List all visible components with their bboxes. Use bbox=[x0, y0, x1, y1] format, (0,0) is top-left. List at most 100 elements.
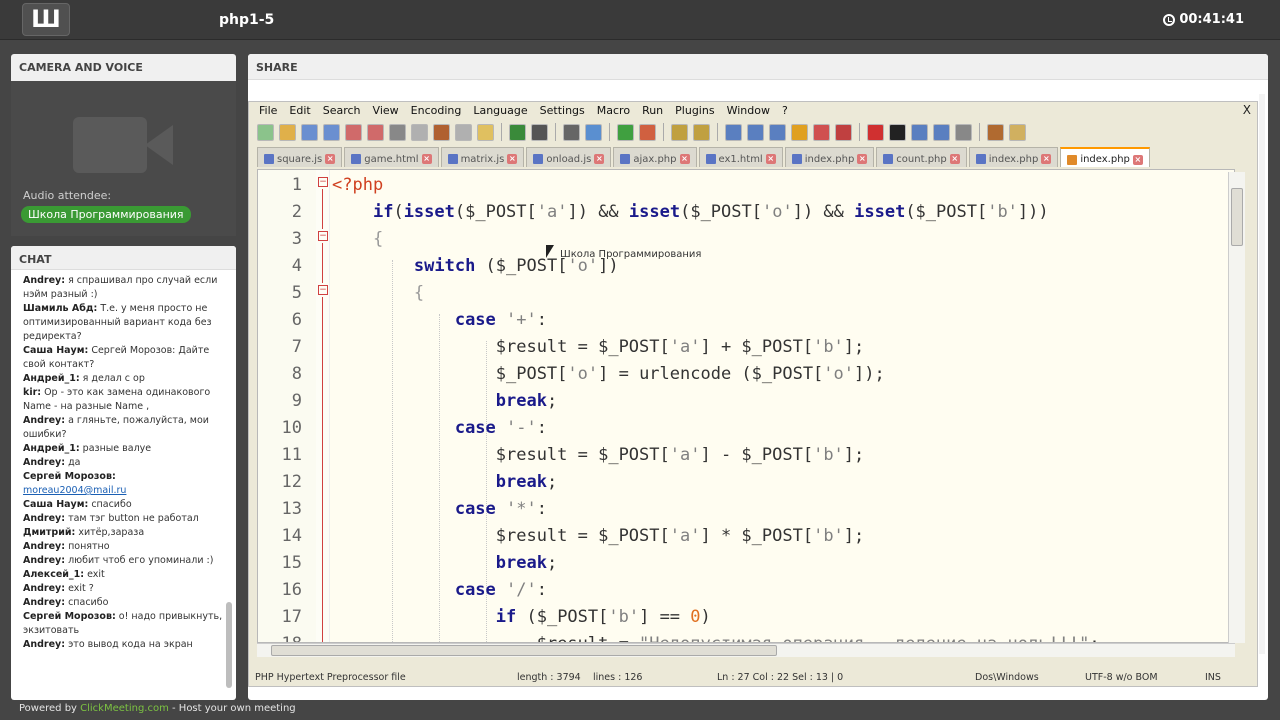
toolbar-button-icon[interactable] bbox=[563, 123, 580, 141]
timer-value: 00:41:41 bbox=[1179, 12, 1244, 27]
file-tab[interactable]: onload.js × bbox=[526, 147, 612, 167]
scroll-thumb[interactable] bbox=[271, 645, 777, 656]
chat-messages[interactable]: Andrey: я спрашивал про случай если нэйм… bbox=[11, 274, 226, 684]
menu-item-run[interactable]: Run bbox=[642, 104, 663, 118]
close-tab-icon[interactable]: × bbox=[949, 154, 960, 164]
toolbar-button-icon[interactable] bbox=[617, 123, 634, 141]
share-scrollbar[interactable] bbox=[1259, 94, 1265, 654]
toolbar-button-icon[interactable] bbox=[671, 123, 688, 141]
toolbar-button-icon[interactable] bbox=[367, 123, 384, 141]
toolbar-separator bbox=[663, 123, 664, 141]
editor-vertical-scrollbar[interactable] bbox=[1228, 172, 1245, 643]
toolbar-button-icon[interactable] bbox=[433, 123, 450, 141]
menu-item-edit[interactable]: Edit bbox=[289, 104, 310, 118]
toolbar-button-icon[interactable] bbox=[323, 123, 340, 141]
menu-item-encoding[interactable]: Encoding bbox=[411, 104, 462, 118]
menu-item-language[interactable]: Language bbox=[473, 104, 527, 118]
menu-item-[interactable]: ? bbox=[782, 104, 788, 118]
toolbar-button-icon[interactable] bbox=[389, 123, 406, 141]
toolbar-button-icon[interactable] bbox=[639, 123, 656, 141]
editor-horizontal-scrollbar[interactable] bbox=[257, 643, 1235, 657]
toolbar-button-icon[interactable] bbox=[301, 123, 318, 141]
close-tab-icon[interactable]: × bbox=[1041, 154, 1052, 164]
toolbar-button-icon[interactable] bbox=[889, 123, 906, 141]
close-tab-icon[interactable]: × bbox=[857, 154, 868, 164]
menu-bar: File Edit Search View Encoding Language Settin… bbox=[249, 102, 1257, 120]
file-tab[interactable]: ex1.html × bbox=[698, 147, 783, 167]
toolbar-button-icon[interactable] bbox=[1009, 123, 1026, 141]
menu-item-view[interactable]: View bbox=[373, 104, 399, 118]
toolbar-button-icon[interactable] bbox=[585, 123, 602, 141]
file-tab[interactable]: index.php × bbox=[968, 147, 1059, 167]
close-tab-icon[interactable]: × bbox=[679, 154, 690, 164]
file-tab[interactable]: ajax.php × bbox=[613, 147, 697, 167]
file-tab-label: ajax.php bbox=[633, 153, 677, 165]
chat-email-link[interactable]: moreau2004@mail.ru bbox=[23, 485, 126, 496]
chat-author: Andrey: bbox=[23, 639, 66, 650]
fold-line bbox=[322, 189, 323, 229]
chat-author: Andrey: bbox=[23, 513, 66, 524]
file-tab-label: square.js bbox=[277, 153, 323, 165]
line-number: 5 bbox=[291, 283, 302, 303]
meeting-title: php1-5 bbox=[219, 12, 275, 28]
menu-item-settings[interactable]: Settings bbox=[540, 104, 585, 118]
toolbar-button-icon[interactable] bbox=[769, 123, 786, 141]
close-tab-icon[interactable]: × bbox=[765, 154, 776, 164]
toolbar-button-icon[interactable] bbox=[911, 123, 928, 141]
toolbar-button-icon[interactable] bbox=[477, 123, 494, 141]
menu-item-window[interactable]: Window bbox=[727, 104, 770, 118]
chat-message: kir: Ор - это как замена одинакового Nam… bbox=[23, 386, 224, 414]
toolbar-button-icon[interactable] bbox=[257, 123, 274, 141]
menu-item-plugins[interactable]: Plugins bbox=[675, 104, 714, 118]
menu-item-macro[interactable]: Macro bbox=[597, 104, 630, 118]
chat-panel: CHAT Andrey: я спрашивал про случай если… bbox=[11, 246, 236, 700]
file-tab[interactable]: index.php × bbox=[784, 147, 875, 167]
file-tab[interactable]: game.html × bbox=[344, 147, 439, 167]
toolbar-button-icon[interactable] bbox=[933, 123, 950, 141]
fold-minus-icon[interactable]: − bbox=[318, 285, 328, 295]
toolbar-button-icon[interactable] bbox=[725, 123, 742, 141]
file-tab[interactable]: index.php × bbox=[1060, 147, 1150, 167]
toolbar-button-icon[interactable] bbox=[411, 123, 428, 141]
toolbar-button-icon[interactable] bbox=[955, 123, 972, 141]
audio-attendee-label: Audio attendee: bbox=[23, 189, 112, 202]
chat-message: Андрей_1: я делал с ор bbox=[23, 372, 224, 386]
toolbar-button-icon[interactable] bbox=[791, 123, 808, 141]
toolbar-button-icon[interactable] bbox=[867, 123, 884, 141]
menu-item-file[interactable]: File bbox=[259, 104, 277, 118]
line-number: 12 bbox=[281, 472, 302, 492]
toolbar-button-icon[interactable] bbox=[455, 123, 472, 141]
mouse-pointer-icon bbox=[546, 245, 554, 258]
toolbar-button-icon[interactable] bbox=[345, 123, 362, 141]
close-tab-icon[interactable]: × bbox=[1132, 154, 1143, 165]
toolbar-button-icon[interactable] bbox=[813, 123, 830, 141]
chat-scrollbar[interactable] bbox=[226, 602, 232, 688]
toolbar-button-icon[interactable] bbox=[531, 123, 548, 141]
fold-minus-icon[interactable]: − bbox=[318, 177, 328, 187]
footer-brand-link[interactable]: ClickMeeting.com bbox=[80, 703, 169, 714]
line-number: 3 bbox=[291, 229, 302, 249]
toolbar-button-icon[interactable] bbox=[747, 123, 764, 141]
chat-author: Andrey: bbox=[23, 583, 66, 594]
toolbar-button-icon[interactable] bbox=[987, 123, 1004, 141]
close-tab-icon[interactable]: × bbox=[507, 154, 518, 164]
fold-minus-icon[interactable]: − bbox=[318, 231, 328, 241]
close-tab-icon[interactable]: × bbox=[325, 154, 336, 164]
file-tab[interactable]: matrix.js × bbox=[440, 147, 525, 167]
code-line: $result = $_POST['a'] * $_POST['b']; bbox=[332, 526, 865, 546]
chat-message: moreau2004@mail.ru bbox=[23, 484, 224, 498]
chat-message: Andrey: спасибо bbox=[23, 596, 224, 610]
chat-text: спасибо bbox=[88, 499, 132, 510]
menu-item-search[interactable]: Search bbox=[323, 104, 361, 118]
scroll-thumb[interactable] bbox=[1231, 188, 1243, 246]
code-editor[interactable]: 123456789101112131415161718 − − − <?php … bbox=[257, 169, 1235, 643]
file-tab[interactable]: square.js × bbox=[257, 147, 343, 167]
file-tab[interactable]: count.php × bbox=[876, 147, 967, 167]
toolbar-button-icon[interactable] bbox=[693, 123, 710, 141]
toolbar-button-icon[interactable] bbox=[835, 123, 852, 141]
close-tab-icon[interactable]: × bbox=[594, 154, 605, 164]
toolbar-button-icon[interactable] bbox=[279, 123, 296, 141]
close-button[interactable]: X bbox=[1243, 103, 1251, 117]
toolbar-button-icon[interactable] bbox=[509, 123, 526, 141]
close-tab-icon[interactable]: × bbox=[421, 154, 432, 164]
